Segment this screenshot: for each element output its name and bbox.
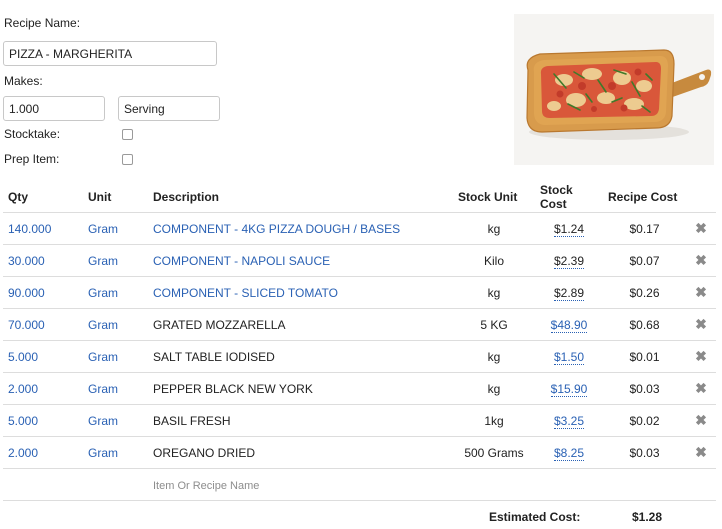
qty-cell[interactable]: 2.000 — [3, 372, 83, 405]
description-cell: PEPPER BLACK NEW YORK — [148, 372, 453, 405]
unit-cell[interactable]: Gram — [83, 276, 148, 309]
stock-cost-link[interactable]: $8.25 — [553, 445, 585, 461]
column-header-description: Description — [148, 182, 453, 213]
close-icon[interactable]: ✖ — [686, 436, 716, 469]
table-row: 140.000 Gram COMPONENT - 4KG PIZZA DOUGH… — [3, 212, 716, 245]
column-header-stock-cost: Stock Cost — [535, 182, 603, 213]
description-cell: BASIL FRESH — [148, 404, 453, 437]
stock-unit-cell: Kilo — [453, 244, 535, 277]
qty-cell[interactable]: 30.000 — [3, 244, 83, 277]
recipe-photo — [514, 14, 714, 165]
stock-unit-cell: kg — [453, 340, 535, 373]
prep-item-label: Prep Item: — [4, 152, 60, 166]
table-row: 30.000 Gram COMPONENT - NAPOLI SAUCE Kil… — [3, 244, 716, 277]
column-header-qty: Qty — [3, 182, 83, 213]
stock-unit-cell: kg — [453, 212, 535, 245]
stock-cost-link[interactable]: $3.25 — [553, 413, 585, 429]
unit-cell[interactable]: Gram — [83, 244, 148, 277]
qty-cell[interactable]: 5.000 — [3, 340, 83, 373]
makes-quantity-input[interactable] — [3, 96, 105, 121]
stocktake-label: Stocktake: — [4, 127, 61, 141]
close-icon[interactable]: ✖ — [686, 244, 716, 277]
description-cell: OREGANO DRIED — [148, 436, 453, 469]
description-link[interactable]: COMPONENT - 4KG PIZZA DOUGH / BASES — [148, 212, 453, 245]
ingredients-table: Qty Unit Description Stock Unit Stock Co… — [3, 182, 716, 501]
close-icon[interactable]: ✖ — [686, 372, 716, 405]
recipe-cost-cell: $0.17 — [603, 212, 686, 245]
pizza-photo-image — [514, 14, 714, 165]
table-row: 70.000 Gram GRATED MOZZARELLA 5 KG $48.9… — [3, 308, 716, 341]
unit-cell[interactable]: Gram — [83, 340, 148, 373]
stock-unit-cell: 1kg — [453, 404, 535, 437]
unit-cell[interactable]: Gram — [83, 212, 148, 245]
recipe-cost-cell: $0.07 — [603, 244, 686, 277]
recipe-name-label: Recipe Name: — [4, 16, 81, 30]
makes-unit-input[interactable] — [118, 96, 220, 121]
description-link[interactable]: COMPONENT - SLICED TOMATO — [148, 276, 453, 309]
table-header-row: Qty Unit Description Stock Unit Stock Co… — [3, 182, 716, 213]
table-row: 2.000 Gram PEPPER BLACK NEW YORK kg $15.… — [3, 372, 716, 405]
stock-unit-cell: kg — [453, 372, 535, 405]
close-icon[interactable]: ✖ — [686, 404, 716, 437]
qty-cell[interactable]: 90.000 — [3, 276, 83, 309]
estimated-cost-label: Estimated Cost: — [489, 510, 581, 524]
close-icon[interactable]: ✖ — [686, 308, 716, 341]
recipe-cost-cell: $0.01 — [603, 340, 686, 373]
stock-cost-link[interactable]: $15.90 — [550, 381, 588, 397]
description-cell: GRATED MOZZARELLA — [148, 308, 453, 341]
recipe-name-input[interactable] — [3, 41, 217, 66]
recipe-cost-cell: $0.26 — [603, 276, 686, 309]
description-link[interactable]: COMPONENT - NAPOLI SAUCE — [148, 244, 453, 277]
recipe-cost-cell: $0.03 — [603, 372, 686, 405]
recipe-cost-cell: $0.68 — [603, 308, 686, 341]
stock-unit-cell: 5 KG — [453, 308, 535, 341]
recipe-cost-cell: $0.03 — [603, 436, 686, 469]
add-item-input[interactable]: Item Or Recipe Name — [153, 480, 259, 492]
unit-cell[interactable]: Gram — [83, 308, 148, 341]
qty-cell[interactable]: 2.000 — [3, 436, 83, 469]
column-header-stock-unit: Stock Unit — [453, 182, 535, 213]
table-row: 5.000 Gram BASIL FRESH 1kg $3.25 $0.02 ✖ — [3, 404, 716, 437]
recipe-cost-cell: $0.02 — [603, 404, 686, 437]
qty-cell[interactable]: 5.000 — [3, 404, 83, 437]
qty-cell[interactable]: 70.000 — [3, 308, 83, 341]
close-icon[interactable]: ✖ — [686, 212, 716, 245]
table-row: 90.000 Gram COMPONENT - SLICED TOMATO kg… — [3, 276, 716, 309]
stock-cost-link[interactable]: $1.50 — [553, 349, 585, 365]
close-icon[interactable]: ✖ — [686, 340, 716, 373]
column-header-recipe-cost: Recipe Cost — [603, 182, 686, 213]
close-icon[interactable]: ✖ — [686, 276, 716, 309]
qty-cell[interactable]: 140.000 — [3, 212, 83, 245]
stock-unit-cell: kg — [453, 276, 535, 309]
prep-item-checkbox[interactable] — [122, 154, 133, 165]
table-row: 5.000 Gram SALT TABLE IODISED kg $1.50 $… — [3, 340, 716, 373]
stock-cost-link[interactable]: $48.90 — [550, 317, 588, 333]
stocktake-checkbox[interactable] — [122, 129, 133, 140]
makes-label: Makes: — [4, 74, 43, 88]
stock-unit-cell: 500 Grams — [453, 436, 535, 469]
unit-cell[interactable]: Gram — [83, 372, 148, 405]
add-item-row: Item Or Recipe Name — [3, 468, 716, 501]
unit-cell[interactable]: Gram — [83, 404, 148, 437]
column-header-unit: Unit — [83, 182, 148, 213]
estimated-cost-value: $1.28 — [632, 510, 663, 524]
stock-cost-link[interactable]: $2.39 — [553, 253, 585, 269]
description-cell: SALT TABLE IODISED — [148, 340, 453, 373]
table-row: 2.000 Gram OREGANO DRIED 500 Grams $8.25… — [3, 436, 716, 469]
stock-cost-link[interactable]: $1.24 — [553, 221, 585, 237]
stock-cost-link[interactable]: $2.89 — [553, 285, 585, 301]
unit-cell[interactable]: Gram — [83, 436, 148, 469]
